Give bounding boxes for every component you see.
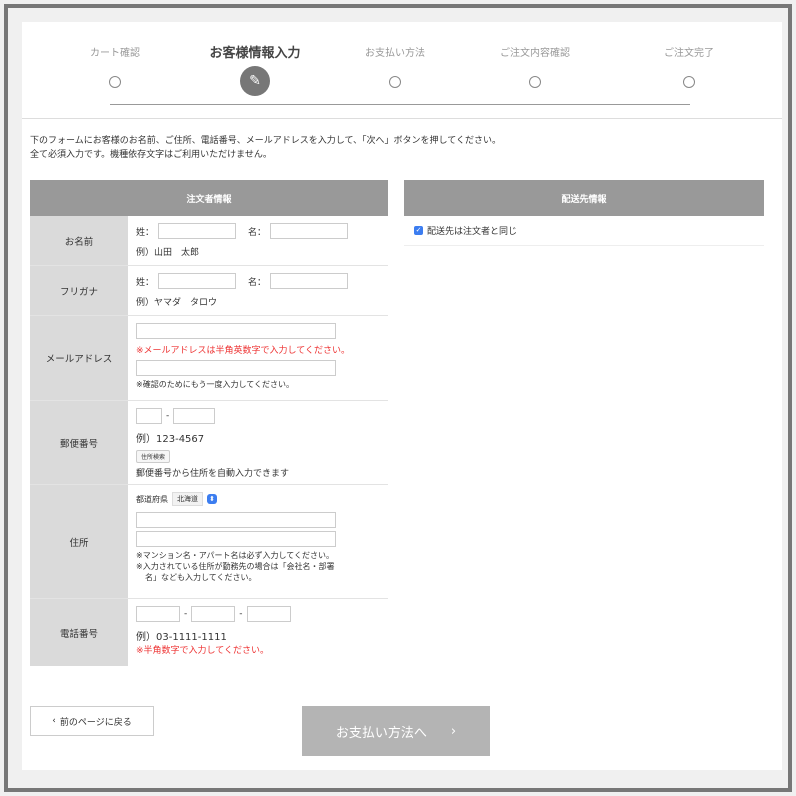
step-label: お客様情報入力 (209, 46, 301, 61)
step-dot (529, 76, 541, 88)
phone-third-input[interactable] (246, 606, 291, 622)
intro-line: 下のフォームにお客様のお名前、ご住所、電話番号、メールアドレスを入力して、「次へ… (30, 136, 501, 146)
step-label: ご注文内容確認 (500, 48, 570, 59)
step-confirm: ご注文内容確認 (470, 46, 600, 88)
checkbox-checked-icon[interactable]: ✓ (414, 226, 423, 235)
step-label: お支払い方法 (365, 48, 425, 59)
step-payment: お支払い方法 (330, 46, 460, 88)
zip-row: 郵便番号 - 例）123-4567 住所検索 郵便番号から住所を自動入力できます (30, 401, 388, 485)
sei-label: 姓： (136, 227, 155, 238)
dash: - (239, 609, 243, 619)
address-row: 住所 都道府県 北海道 ⬍ ※マンション名・アパート名は必ず入力してください。 … (30, 485, 388, 599)
kana-row: フリガナ 姓： 名： 例）ヤマダ タロウ (30, 266, 388, 316)
last-name-kana-input[interactable] (158, 273, 237, 289)
prefecture-select[interactable]: 北海道 (172, 492, 203, 506)
zip-first-input[interactable] (136, 408, 162, 424)
step-dot (109, 76, 121, 88)
sei-label: 姓： (136, 277, 155, 288)
dash: - (184, 609, 188, 619)
email-row: メールアドレス ※メールアドレスは半角英数字で入力してください。 ※確認のために… (30, 316, 388, 401)
name-label: お名前 (30, 216, 128, 265)
address-note: 名」なども入力してください。 (145, 573, 257, 582)
next-label: お支払い方法へ (335, 725, 427, 741)
zip-note: 郵便番号から住所を自動入力できます (136, 469, 290, 479)
email-note: ※メールアドレスは半角英数字で入力してください。 (136, 346, 351, 356)
address-label: 住所 (30, 485, 128, 598)
chevron-down-icon[interactable]: ⬍ (207, 494, 217, 504)
zip-example: 例）123-4567 (136, 434, 205, 445)
shipping-header: 配送先情報 (404, 180, 764, 216)
same-as-orderer-label: 配送先は注文者と同じ (427, 227, 518, 237)
address-note: ※入力されている住所が勤務先の場合は「会社名・部署 (136, 562, 335, 571)
progress-steps: カート確認 お客様情報入力 ✎ お支払い方法 ご注文内容確認 ご注文完了 (22, 22, 782, 118)
phone-second-input[interactable] (191, 606, 236, 622)
dash: - (166, 411, 170, 421)
phone-label: 電話番号 (30, 599, 128, 666)
step-label: ご注文完了 (664, 48, 714, 59)
email-confirm-note: ※確認のためにもう一度入力してください。 (136, 380, 294, 389)
phone-first-input[interactable] (136, 606, 180, 622)
name-example: 例）山田 太郎 (136, 248, 200, 258)
last-name-input[interactable] (158, 223, 237, 239)
form-card: カート確認 お客様情報入力 ✎ お支払い方法 ご注文内容確認 ご注文完了 下のフ… (22, 22, 782, 770)
zip-second-input[interactable] (173, 408, 216, 424)
step-cart: カート確認 (50, 46, 180, 88)
name-row: お名前 姓： 名： 例）山田 太郎 (30, 216, 388, 266)
kana-example: 例）ヤマダ タロウ (136, 298, 218, 308)
address-line1-input[interactable] (136, 512, 336, 528)
phone-row: 電話番号 - - 例）03-1111-1111 ※半角数字で入力してください。 (30, 599, 388, 666)
email-input[interactable] (136, 323, 336, 339)
back-label: 前のページに戻る (59, 717, 132, 728)
first-name-kana-input[interactable] (270, 273, 349, 289)
steps-line (110, 104, 690, 105)
mei-label: 名： (248, 227, 267, 238)
chevron-right-icon: › (450, 723, 457, 739)
intro-text: 下のフォームにお客様のお名前、ご住所、電話番号、メールアドレスを入力して、「次へ… (30, 134, 501, 162)
chevron-left-icon: ‹ (52, 716, 56, 726)
email-label: メールアドレス (30, 316, 128, 400)
phone-note: ※半角数字で入力してください。 (136, 646, 270, 656)
phone-example: 例）03-1111-1111 (136, 632, 227, 643)
orderer-header: 注文者情報 (30, 180, 388, 216)
step-dot (683, 76, 695, 88)
step-label: カート確認 (90, 48, 140, 59)
orderer-section: 注文者情報 お名前 姓： 名： 例）山田 太郎 フリガナ 姓： 名： 例）ヤマダ… (30, 180, 388, 666)
intro-line: 全て必須入力です。機種依存文字はご利用いただけません。 (30, 150, 272, 160)
first-name-input[interactable] (270, 223, 349, 239)
address-note: ※マンション名・アパート名は必ず入力してください。 (136, 551, 335, 560)
mei-label: 名： (248, 277, 267, 288)
back-button[interactable]: ‹ 前のページに戻る (30, 706, 154, 736)
divider (22, 118, 782, 119)
address-line2-input[interactable] (136, 531, 336, 547)
pref-label: 都道府県 (136, 494, 168, 504)
same-as-orderer-checkbox[interactable]: ✓ 配送先は注文者と同じ (404, 216, 764, 246)
email-confirm-input[interactable] (136, 360, 336, 376)
shipping-section: 配送先情報 ✓ 配送先は注文者と同じ (404, 180, 764, 246)
next-button[interactable]: お支払い方法へ › (302, 706, 490, 756)
step-dot (389, 76, 401, 88)
pen-icon: ✎ (240, 66, 270, 96)
step-customer-info: お客様情報入力 ✎ (190, 46, 320, 96)
kana-label: フリガナ (30, 266, 128, 315)
zip-label: 郵便番号 (30, 401, 128, 484)
step-complete: ご注文完了 (624, 46, 754, 88)
address-search-button[interactable]: 住所検索 (136, 450, 171, 463)
